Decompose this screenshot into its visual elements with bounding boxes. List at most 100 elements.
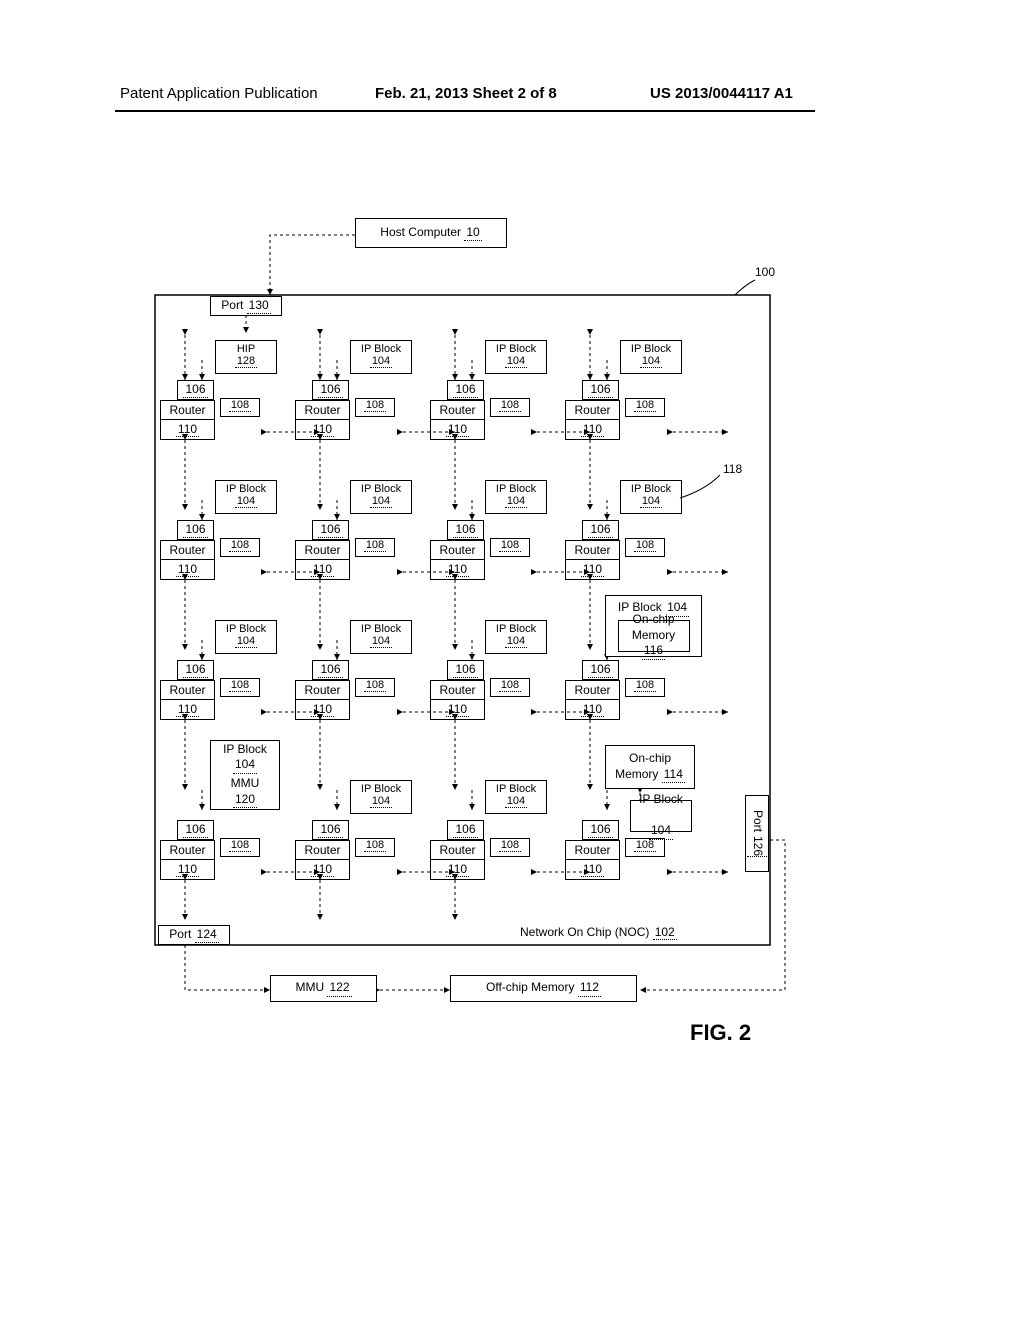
router-ref: 110 — [446, 422, 469, 437]
node108-r2c2: 108 — [490, 678, 530, 697]
router-r1c2: Router110 — [430, 540, 485, 580]
router-r2c0: Router110 — [160, 680, 215, 720]
ipblock-ref: 104 — [640, 355, 662, 368]
router-r0c3: Router 110 — [565, 400, 620, 440]
router-ref: 110 — [581, 862, 604, 877]
node108-r2c1: 108 — [355, 678, 395, 697]
node106-ref: 106 — [318, 522, 342, 539]
header-right: US 2013/0044117 A1 — [650, 85, 793, 102]
ipblock-label: IP Block — [361, 783, 401, 795]
node106-r3c2: 106 — [447, 820, 484, 840]
router-label: Router — [169, 843, 205, 857]
node108-r1c1: 108 — [355, 538, 395, 557]
node108-ref: 108 — [229, 679, 251, 692]
router-ref: 110 — [311, 702, 334, 717]
ipblock-r0c3: IP Block 104 — [620, 340, 682, 374]
ipblock-ref: 104 — [233, 757, 257, 774]
router-ref: 110 — [581, 562, 604, 577]
ipblock-label: IP Block — [631, 483, 671, 495]
node108-ref: 108 — [364, 399, 386, 412]
mmu-122: MMU 122 — [270, 975, 377, 1002]
router-label: Router — [574, 403, 610, 417]
ipblock-mmu120: IP Block104 MMU120 — [210, 740, 280, 810]
node108-r0c2: 108 — [490, 398, 530, 417]
ipblock-label: IP Block — [361, 483, 401, 495]
router-r1c1: Router110 — [295, 540, 350, 580]
node106-ref: 106 — [453, 662, 477, 679]
header-left: Patent Application Publication — [120, 85, 318, 102]
node106-ref: 106 — [453, 822, 477, 839]
router-label: Router — [439, 543, 475, 557]
host-computer-block: Host Computer 10 — [355, 218, 507, 248]
node108-r1c3: 108 — [625, 538, 665, 557]
node106-ref: 106 — [183, 522, 207, 539]
router-r3c2: Router110 — [430, 840, 485, 880]
router-label: Router — [439, 683, 475, 697]
port126-label: Port — [751, 810, 765, 832]
ipblock-r3c2: IP Block104 — [485, 780, 547, 814]
node106-r1c1: 106 — [312, 520, 349, 540]
router-ref: 110 — [176, 422, 199, 437]
ipblock-r3c3: IP Block104 — [630, 800, 692, 832]
node108-r2c0: 108 — [220, 678, 260, 697]
offchip-ref: 112 — [578, 980, 601, 997]
mmu122-ref: 122 — [327, 980, 351, 997]
node106-r3c3: 106 — [582, 820, 619, 840]
noc-label: Network On Chip (NOC) 102 — [520, 925, 677, 940]
diagram-canvas: Host Computer 10 100 118 Port 130 HIP 12… — [150, 200, 770, 1020]
ipblock-ref: 104 — [370, 355, 392, 368]
ipblock-ref: 104 — [370, 795, 392, 808]
router-ref: 110 — [446, 862, 469, 877]
node108-r3c2: 108 — [490, 838, 530, 857]
node106-ref: 106 — [453, 382, 477, 399]
ipblock-r0c2: IP Block 104 — [485, 340, 547, 374]
offchip-memory: Off-chip Memory 112 — [450, 975, 637, 1002]
node106-ref: 106 — [318, 662, 342, 679]
header-center: Feb. 21, 2013 Sheet 2 of 8 — [375, 85, 557, 102]
router-label: Router — [304, 543, 340, 557]
node108-r0c0: 108 — [220, 398, 260, 417]
port-130: Port 130 — [210, 296, 282, 316]
node106-r0c2: 106 — [447, 380, 484, 400]
router-r0c0: Router 110 — [160, 400, 215, 440]
router-label: Router — [574, 843, 610, 857]
router-ref: 110 — [446, 702, 469, 717]
ipblock-label: IP Block — [496, 343, 536, 355]
router-ref: 110 — [311, 862, 334, 877]
node106-ref: 106 — [453, 522, 477, 539]
router-label: Router — [304, 683, 340, 697]
noc-ref: 102 — [653, 925, 677, 940]
onchip114-ref: 114 — [662, 767, 685, 784]
node106-r2c2: 106 — [447, 660, 484, 680]
node106-ref: 106 — [318, 822, 342, 839]
node108-ref: 108 — [229, 539, 251, 552]
router-label: Router — [439, 403, 475, 417]
ipblock-label: IP Block — [496, 623, 536, 635]
ipblock-label: IP Block — [631, 343, 671, 355]
router-label: Router — [169, 403, 205, 417]
node106-ref: 106 — [183, 382, 207, 399]
node108-ref: 108 — [229, 839, 251, 852]
node106-r2c0: 106 — [177, 660, 214, 680]
node106-r1c3: 106 — [582, 520, 619, 540]
router-label: Router — [574, 543, 610, 557]
node108-r3c0: 108 — [220, 838, 260, 857]
node108-r3c3: 108 — [625, 838, 665, 857]
node106-r2c3: 106 — [582, 660, 619, 680]
node108-ref: 108 — [634, 679, 656, 692]
ipblock-r1c1: IP Block104 — [350, 480, 412, 514]
ipblock-ref: 104 — [370, 635, 392, 648]
offchip-label: Off-chip Memory — [486, 980, 574, 994]
port126-ref: 126 — [747, 836, 767, 857]
ipblock-ref: 104 — [505, 635, 527, 648]
ipblock-label: IP Block — [496, 783, 536, 795]
host-label: Host Computer — [380, 225, 461, 239]
node108-ref: 108 — [364, 539, 386, 552]
router-ref: 110 — [176, 562, 199, 577]
node108-r0c1: 108 — [355, 398, 395, 417]
ipblock-r2c0: IP Block104 — [215, 620, 277, 654]
node108-ref: 108 — [634, 539, 656, 552]
port130-ref: 130 — [247, 298, 271, 315]
hip-label: HIP — [237, 343, 255, 355]
mmu122-label: MMU — [295, 980, 324, 994]
